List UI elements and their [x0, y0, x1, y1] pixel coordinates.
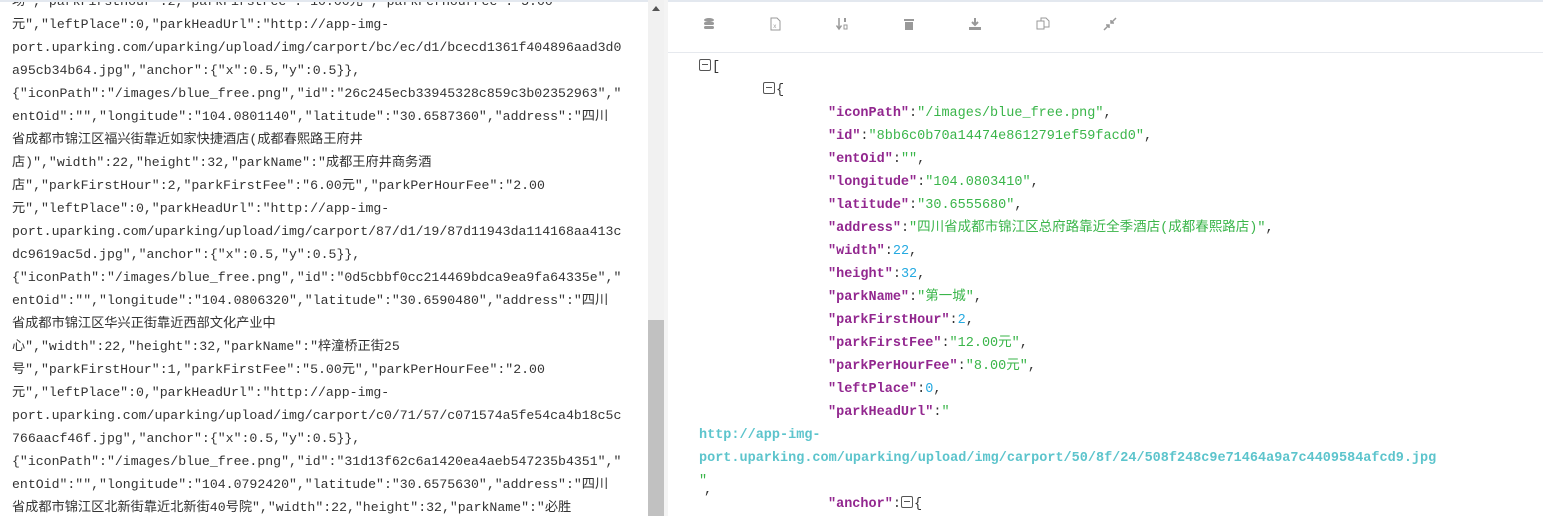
download-icon[interactable] — [965, 14, 985, 34]
database-icon[interactable] — [699, 14, 719, 34]
raw-json-line: 766aacf46f.jpg","anchor":{"x":0.5,"y":0.… — [12, 431, 361, 446]
tree-field: "height":32, — [828, 267, 926, 282]
raw-json-line: 号","parkFirstHour":1,"parkFirstFee":"5.0… — [12, 362, 545, 377]
field-value: 32 — [900, 267, 918, 282]
raw-json-line: 省成都市锦江区福兴街靠近如家快捷酒店(成都春熙路王府井 — [12, 132, 363, 147]
scroll-thumb[interactable] — [648, 320, 664, 516]
field-key: id — [836, 129, 853, 144]
field-value: 0 — [925, 382, 934, 397]
raw-json-line: 元","leftPlace":0,"parkHeadUrl":"http://a… — [12, 17, 390, 32]
field-key: latitude — [836, 198, 901, 213]
scroll-up-arrow-icon[interactable] — [652, 6, 660, 11]
raw-json-line: a95cb34b64.jpg","anchor":{"x":0.5,"y":0.… — [12, 63, 361, 78]
svg-text:x: x — [773, 23, 777, 30]
object-open: { — [763, 79, 784, 102]
copy-icon[interactable] — [1033, 14, 1053, 34]
field-key: iconPath — [836, 106, 901, 121]
field-value: 12.00元 — [957, 336, 1012, 351]
field-key: address — [836, 221, 893, 236]
scrollbar[interactable] — [648, 0, 664, 516]
tree-field: "longitude":"104.0803410", — [828, 175, 1039, 190]
raw-json-line: {"iconPath":"/images/blue_free.png","id"… — [12, 270, 622, 285]
raw-json-line: port.uparking.com/uparking/upload/img/ca… — [12, 40, 622, 55]
tree-field: "parkName":"第一城", — [828, 290, 982, 305]
raw-json-line: {"iconPath":"/images/blue_free.png","id"… — [12, 86, 622, 101]
tree-field: "width":22, — [828, 244, 918, 259]
url-link[interactable]: port.uparking.com/uparking/upload/img/ca… — [699, 451, 1436, 466]
raw-json-panel[interactable]: 场","parkFirstHour":2,"parkFirstFee":"10.… — [0, 0, 648, 516]
url-link[interactable]: http://app-img- — [699, 428, 821, 443]
raw-json-line: 省成都市锦江区华兴正街靠近西部文化产业中 — [12, 316, 276, 331]
raw-json-text[interactable]: 场","parkFirstHour":2,"parkFirstFee":"10.… — [12, 0, 622, 516]
field-key: anchor — [836, 497, 885, 512]
field-value: /images/blue_free.png — [925, 106, 1096, 121]
comma: , — [704, 483, 713, 498]
field-key: parkPerHourFee — [836, 359, 950, 374]
field-value: 四川省成都市锦江区总府路靠近全季酒店(成都春熙路店) — [917, 221, 1258, 236]
tree-field: "parkFirstFee":"12.00元", — [828, 336, 1028, 351]
raw-json-line: 店)","width":22,"height":32,"parkName":"成… — [12, 155, 432, 170]
raw-json-line: entOid":"","longitude":"104.0792420","la… — [12, 477, 609, 492]
raw-json-line: 元","leftPlace":0,"parkHeadUrl":"http://a… — [12, 201, 390, 216]
field-key: parkFirstHour — [836, 313, 942, 328]
field-value: 30.6555680 — [925, 198, 1007, 213]
tree-field: "parkPerHourFee":"8.00元", — [828, 359, 1036, 374]
field-key: leftPlace — [836, 382, 910, 397]
collapse-toggle-icon[interactable] — [763, 82, 775, 94]
tree-field: "id":"8bb6c0b70a14474e8612791ef59facd0", — [828, 129, 1153, 144]
field-key: width — [836, 244, 877, 259]
collapse-toggle-icon[interactable] — [900, 496, 913, 508]
compress-icon[interactable] — [1100, 14, 1120, 34]
tree-field: "iconPath":"/images/blue_free.png", — [828, 106, 1112, 121]
raw-json-line: entOid":"","longitude":"104.0806320","la… — [12, 293, 609, 308]
field-value: 第一城 — [925, 290, 966, 305]
field-key: entOid — [836, 152, 885, 167]
tree-field: "latitude":"30.6555680", — [828, 198, 1023, 213]
field-value: 8.00元 — [973, 359, 1020, 374]
field-value: 2 — [957, 313, 966, 328]
array-open: [ — [699, 56, 720, 79]
field-key: longitude — [836, 175, 910, 190]
raw-json-line: 省成都市锦江区北新街靠近北新街40号院","width":22,"height"… — [12, 500, 572, 515]
raw-json-line: 店","parkFirstHour":2,"parkFirstFee":"6.0… — [12, 178, 545, 193]
field-key: parkName — [836, 290, 901, 305]
collapse-toggle-icon[interactable] — [699, 59, 711, 71]
object-brace: { — [776, 83, 785, 98]
array-bracket: [ — [712, 60, 721, 75]
raw-json-line: dc9619ac5d.jpg","anchor":{"x":0.5,"y":0.… — [12, 247, 361, 262]
sort-icon[interactable] — [832, 14, 852, 34]
raw-json-line: port.uparking.com/uparking/upload/img/ca… — [12, 408, 622, 423]
json-tree-panel: x [ { "iconPath":"/images/blue_free.png", "… — [668, 0, 1543, 516]
url-line: port.uparking.com/uparking/upload/img/ca… — [699, 447, 1436, 470]
url-line: http://app-img- — [699, 424, 821, 447]
field-value: 8bb6c0b70a14474e8612791ef59facd0 — [876, 129, 1136, 144]
toolbar: x — [668, 2, 1543, 53]
tree-field: "entOid":"", — [828, 152, 926, 167]
field-key: parkFirstFee — [836, 336, 934, 351]
raw-json-line: 场","parkFirstHour":2,"parkFirstFee":"10.… — [12, 0, 553, 9]
raw-json-line: 心","width":22,"height":32,"parkName":"梓潼… — [12, 339, 400, 354]
raw-json-line: port.uparking.com/uparking/upload/img/ca… — [12, 224, 622, 239]
raw-json-line: {"iconPath":"/images/blue_free.png","id"… — [12, 454, 622, 469]
tree-field: "parkFirstHour":2, — [828, 313, 974, 328]
tree-field: "leftPlace":0, — [828, 382, 942, 397]
tree-field-anchor: "anchor":{ — [828, 496, 923, 512]
tree-field: "parkHeadUrl":" — [828, 405, 950, 420]
excel-icon[interactable]: x — [765, 14, 785, 34]
field-key: height — [836, 267, 885, 282]
field-key: parkHeadUrl — [836, 405, 926, 420]
field-value: 104.0803410 — [933, 175, 1023, 190]
trash-icon[interactable] — [899, 14, 919, 34]
field-value: 22 — [892, 244, 910, 259]
tree-field: "address":"四川省成都市锦江区总府路靠近全季酒店(成都春熙路店)", — [828, 221, 1274, 236]
raw-json-line: entOid":"","longitude":"104.0801140","la… — [12, 109, 609, 124]
raw-json-line: 元","leftPlace":0,"parkHeadUrl":"http://a… — [12, 385, 390, 400]
